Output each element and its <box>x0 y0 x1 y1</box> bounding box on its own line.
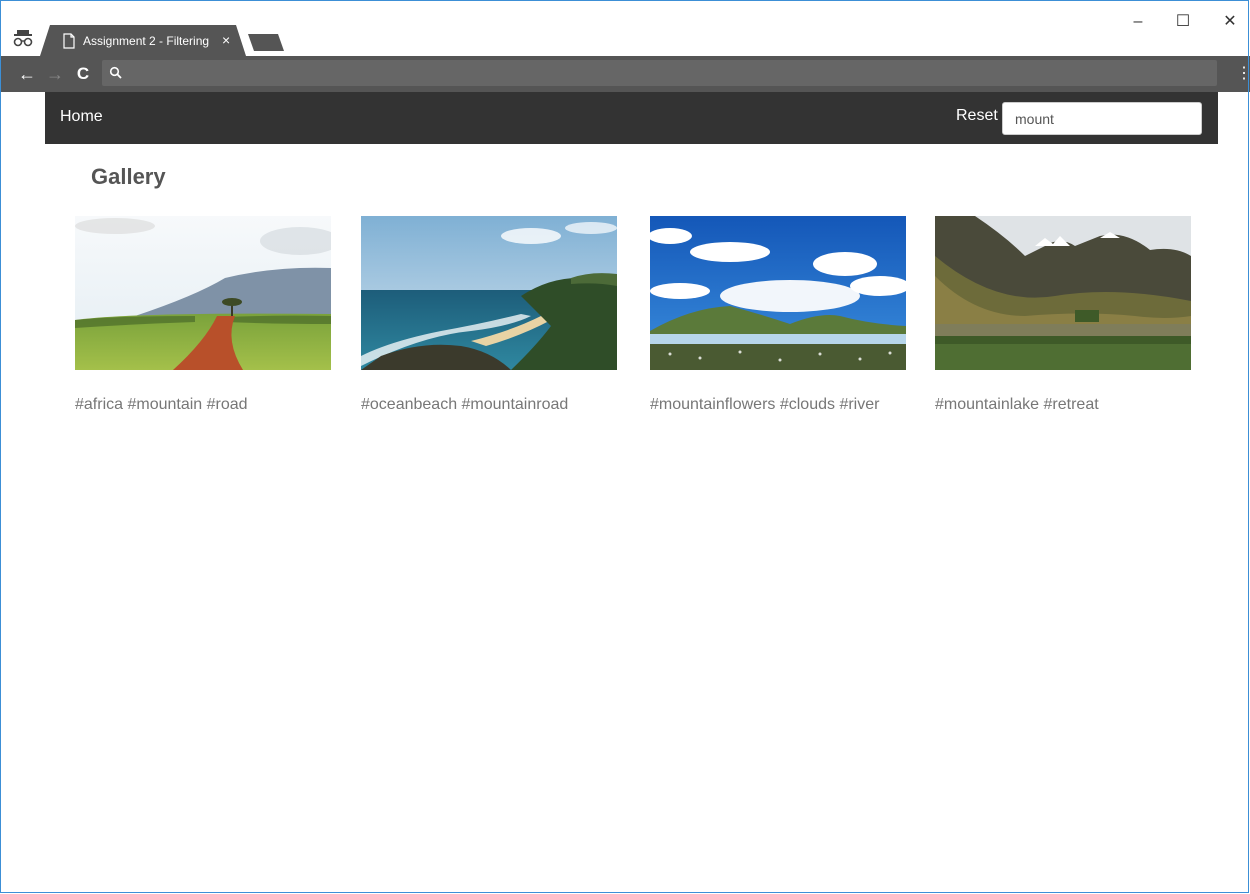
site-navbar: Home Reset <box>45 92 1218 144</box>
search-icon <box>108 65 124 81</box>
close-window-button[interactable]: ✕ <box>1220 12 1240 32</box>
browser-menu-button[interactable]: ⋮ <box>1236 64 1250 84</box>
africa-road-image <box>75 216 331 370</box>
gallery-card[interactable]: #mountainflowers #clouds #river <box>650 216 906 413</box>
browser-title-bar: Assignment 2 - Filtering × – ☐ ✕ <box>0 0 1250 56</box>
page-title: Gallery <box>91 164 166 189</box>
gallery-card[interactable]: #africa #mountain #road <box>75 216 331 413</box>
filter-search-input[interactable] <box>1002 102 1202 135</box>
browser-tab-active[interactable]: Assignment 2 - Filtering × <box>40 25 246 56</box>
new-tab-button[interactable] <box>248 34 284 51</box>
forward-button[interactable]: → <box>45 64 65 84</box>
card-tags: #africa #mountain #road <box>75 396 248 413</box>
gallery-card[interactable]: #mountainlake #retreat <box>935 216 1191 413</box>
reload-button[interactable]: C <box>73 64 93 84</box>
browser-toolbar: ← → C ⋮ <box>0 56 1250 92</box>
gallery-card[interactable]: #oceanbeach #mountainroad <box>361 216 617 413</box>
minimize-button[interactable]: – <box>1128 12 1148 32</box>
back-button[interactable]: ← <box>17 64 37 84</box>
reset-button[interactable]: Reset <box>956 107 998 125</box>
incognito-icon <box>12 28 34 48</box>
ocean-beach-image <box>361 216 617 370</box>
tab-title: Assignment 2 - Filtering <box>83 34 210 48</box>
home-link[interactable]: Home <box>60 108 103 126</box>
card-tags: #oceanbeach #mountainroad <box>361 396 569 413</box>
tab-close-button[interactable]: × <box>222 32 230 48</box>
maximize-button[interactable]: ☐ <box>1173 12 1193 32</box>
address-bar[interactable] <box>102 60 1217 86</box>
card-tags: #mountainflowers #clouds #river <box>650 396 880 413</box>
card-tags: #mountainlake #retreat <box>935 396 1099 413</box>
mountain-lake-image <box>935 216 1191 370</box>
mountain-flowers-image <box>650 216 906 370</box>
document-icon <box>62 33 76 49</box>
